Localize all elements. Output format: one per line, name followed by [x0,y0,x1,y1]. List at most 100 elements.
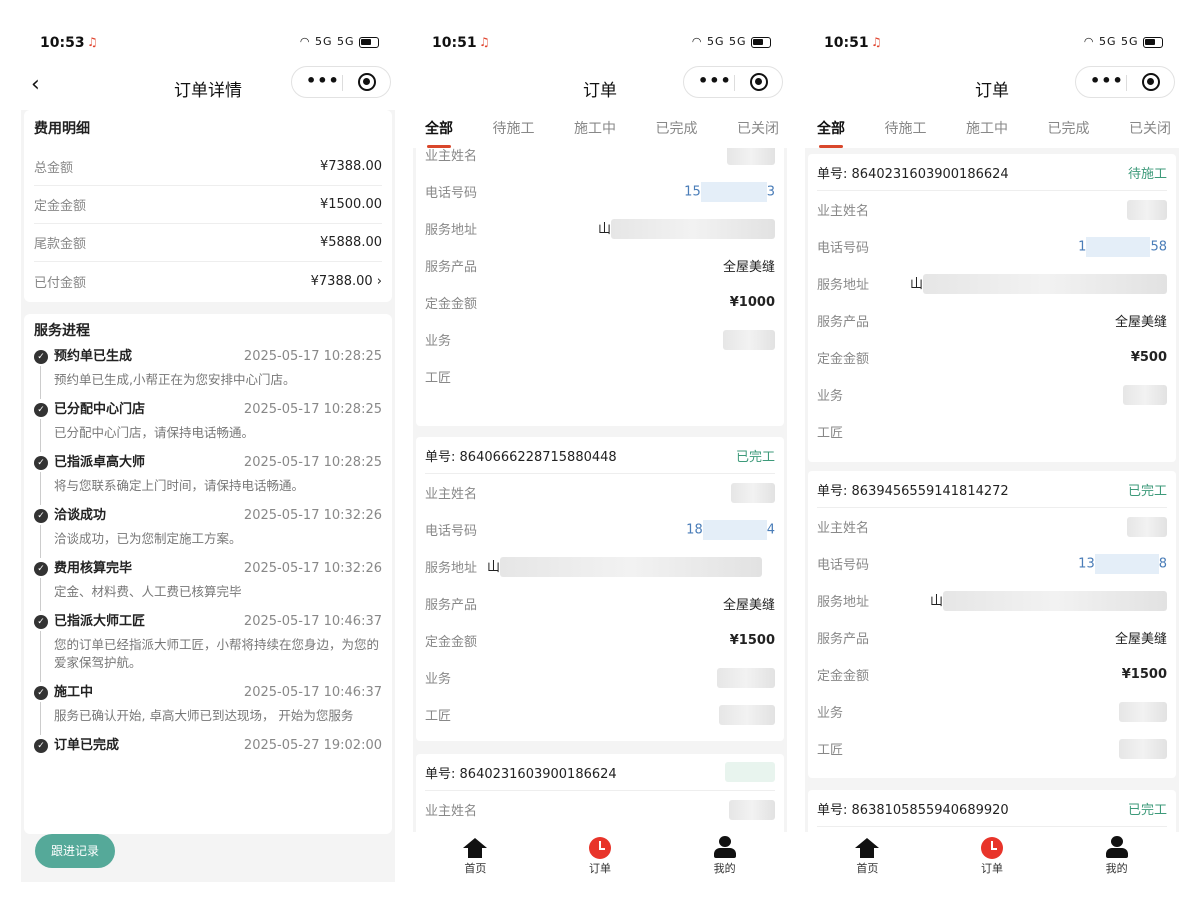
tabbar-mine[interactable]: 我的 [685,832,765,882]
product-row: 服务产品 全屋美缝 [817,302,1167,339]
more-icon[interactable]: ••• [306,71,340,90]
battery-icon [1143,36,1163,48]
address-value: 山 [910,273,1167,295]
tab-in-progress[interactable]: 施工中 [574,110,616,148]
tab-completed[interactable]: 已完成 [1048,110,1090,148]
phone-row: 电话号码 1 58 [817,228,1167,265]
order-number: 单号: 8640231603900186624 [425,766,617,782]
phone-value[interactable]: 1 58 [1078,236,1167,257]
tabbar-orders[interactable]: 订单 [952,832,1032,882]
order-number: 单号: 8639456559141814272 [817,483,1009,499]
close-target-icon[interactable] [1142,73,1160,91]
step-line [40,702,41,735]
order-card[interactable]: 单号: 8639456559141814272 已完工 业主姓名 电话号码 13 8 … [808,471,1176,778]
order-card[interactable]: 单号: 8640231603900186624 业主姓名 电话号码15658 [416,754,784,832]
product-row: 服务产品 全屋美缝 [817,619,1167,656]
progress-step: ✓ 费用核算完毕 2025-05-17 10:32:26 定金、材料费、人工费已核算完… [34,560,382,613]
tab-pending[interactable]: 待施工 [885,110,927,148]
field-label: 工匠 [425,709,452,724]
tabbar-orders[interactable]: 订单 [560,832,640,882]
fee-value: ¥7388.00 [319,159,382,174]
clock-icon [588,837,611,859]
tab-all[interactable]: 全部 [817,110,845,148]
field-label: 电话号码 [425,524,478,539]
order-list[interactable]: 业主姓名 电话号码 15 3 服务地址山 服务产品 全屋美缝 定金金额 ¥1000 业务… [413,148,787,832]
more-icon[interactable]: ••• [1090,71,1124,90]
step-desc: 预约单已生成,小帮正在为您安排中心门店。 [54,372,296,387]
order-card[interactable]: 单号: 8638105855940689920 已完工 [808,790,1176,832]
music-icon: ♫ [479,35,490,49]
step-time: 2025-05-17 10:28:25 [243,402,382,417]
redacted-value [1127,516,1167,537]
tab-closed[interactable]: 已关闭 [737,110,779,148]
tab-closed[interactable]: 已关闭 [1129,110,1171,148]
tab-pending[interactable]: 待施工 [493,110,535,148]
step-time: 2025-05-17 10:32:26 [243,561,382,576]
progress-card: 服务进程 ✓ 预约单已生成 2025-05-17 10:28:25 预约单已生成,小帮… [24,314,392,834]
check-icon: ✓ [34,739,48,753]
tab-completed[interactable]: 已完成 [656,110,698,148]
wifi-icon: ◠ [299,35,311,48]
field-label: 服务地址 [817,278,870,293]
tabbar-home[interactable]: 首页 [827,832,907,882]
redacted-value [1119,738,1167,759]
order-card[interactable]: 单号: 8640666228715880448 已完工 业主姓名 电话号码 18 4 … [416,437,784,741]
deposit-value: ¥1500 [1121,667,1167,682]
step-name: 已指派卓高大师 [54,455,146,470]
follow-record-button[interactable]: 跟进记录 [35,834,115,868]
check-icon: ✓ [34,350,48,364]
nav-bar: ‹ 订单详情 ••• [21,66,395,110]
order-card[interactable]: 业主姓名 电话号码 15 3 服务地址 山 服务产品 全屋美缝 定金金额 ¥1000 业务… [416,148,784,426]
deposit-row: 定金金额 ¥1000 [425,284,775,321]
status-bar: 10:53 ♫ ◠ 5G 5G [21,22,395,66]
tabbar-home[interactable]: 首页 [435,832,515,882]
step-name: 施工中 [54,685,94,700]
redacted-value [1119,701,1167,722]
field-label: 服务地址 [425,223,478,238]
field-label: 工匠 [425,371,452,386]
step-line [40,366,41,399]
product-row: 服务产品 全屋美缝 [425,585,775,622]
status-time: 10:53 [40,35,85,51]
field-label: 业主姓名 [817,521,870,536]
phone-value[interactable]: 18 4 [686,519,775,540]
order-header: 单号: 8640666228715880448 已完工 [425,437,775,474]
step-name: 费用核算完毕 [54,561,133,576]
phone-value[interactable]: 15 3 [684,181,775,202]
progress-step: ✓ 已指派卓高大师 2025-05-17 10:28:25 将与您联系确定上门时间，请… [34,454,382,507]
tabbar-mine[interactable]: 我的 [1077,832,1157,882]
field-label: 业务 [425,672,452,687]
close-target-icon[interactable] [358,73,376,91]
address-value: 山 [930,590,1167,612]
order-card[interactable]: 单号: 8640231603900186624 待施工 业主姓名 电话号码 1 58 … [808,154,1176,462]
tab-all[interactable]: 全部 [425,110,453,148]
bottom-tab-bar: 首页 订单 我的 [805,832,1179,882]
address-row: 服务地址山 [425,548,775,585]
bottom-tab-bar: 首页 订单 我的 [413,832,787,882]
field-label: 定金金额 [817,669,870,684]
signal-icons: ◠ 5G 5G [300,35,379,48]
product-value: 全屋美缝 [722,260,775,275]
music-icon: ♫ [87,35,98,49]
step-name: 已分配中心门店 [54,402,146,417]
step-time: 2025-05-17 10:46:37 [243,614,382,629]
capsule-divider [342,75,343,91]
order-list[interactable]: 单号: 8640231603900186624 待施工 业主姓名 电话号码 1 58 … [805,148,1179,832]
close-target-icon[interactable] [750,73,768,91]
address-row: 服务地址 山 [817,265,1167,302]
fee-row-deposit: 定金金额 ¥1500.00 [34,186,382,224]
tab-in-progress[interactable]: 施工中 [966,110,1008,148]
more-icon[interactable]: ••• [698,71,732,90]
phone-value[interactable]: 13 8 [1078,553,1167,574]
fee-value: ¥7388.00 › [310,273,382,289]
deposit-value: ¥1000 [729,295,775,310]
status-bar: 10:51 ♫ ◠ 5G 5G [413,22,787,66]
fee-row-paid[interactable]: 已付金额 ¥7388.00 › [34,262,382,300]
owner-row: 业主姓名 [817,191,1167,228]
home-icon [855,838,880,858]
redacted-value [729,799,775,820]
progress-step: ✓ 已分配中心门店 2025-05-17 10:28:25 已分配中心门店，请保持电话… [34,401,382,454]
clock-icon [980,837,1003,859]
fee-card: 费用明细 总金额 ¥7388.00 定金金额 ¥1500.00 尾款金额 ¥5888.… [24,110,392,302]
redacted-value [1123,384,1167,405]
